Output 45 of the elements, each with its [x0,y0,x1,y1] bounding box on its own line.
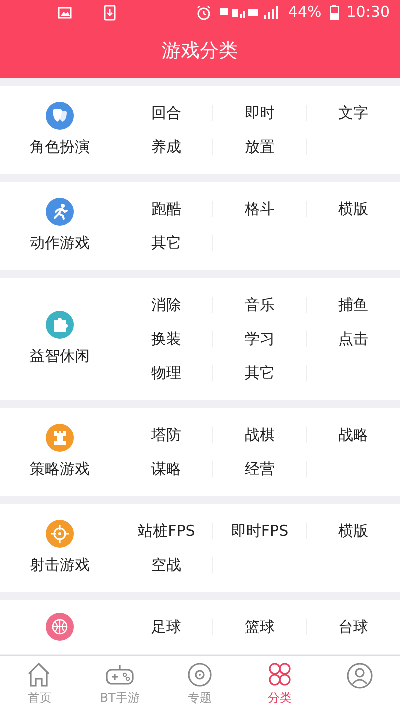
subcategory-link[interactable]: 学习 [244,328,275,350]
subcategory-link[interactable]: 回合 [152,102,182,124]
category-title: 角色扮演 [30,136,90,158]
category-title: 益智休闲 [30,346,90,367]
tab-bar-item[interactable]: 分类 [240,656,320,711]
subcategory-link[interactable]: 换装 [152,328,182,350]
subcategory-link[interactable]: 养成 [152,136,182,158]
subcategory-link[interactable]: 战略 [338,424,368,446]
subcategory-link[interactable]: 即时 [244,102,275,124]
clock-time: 10:30 [346,2,390,24]
subcategory-link[interactable]: 谋略 [152,458,182,480]
battery-percent: 44% [288,2,322,24]
subcategory-link[interactable]: 战棋 [244,424,275,446]
subcategory-link[interactable]: 站桩FPS [138,520,196,542]
subcategory-link[interactable]: 塔防 [152,424,182,446]
subcategory-link[interactable]: 捕鱼 [338,294,368,316]
subcategory-link[interactable]: 其它 [152,232,182,254]
subcategory-link[interactable]: 跑酷 [152,198,182,220]
disc-icon [185,660,215,688]
subcategory-link[interactable]: 文字 [338,102,368,124]
alarm-icon [196,4,212,20]
subcategory-link[interactable]: 放置 [244,136,275,158]
subcategory-link[interactable]: 其它 [244,362,275,384]
subcategory-link[interactable]: 横版 [338,520,368,542]
page-title: 游戏分类 [162,39,238,64]
subcategory-link[interactable]: 横版 [338,198,368,220]
subcategory-link[interactable]: 消除 [152,294,182,316]
subcategory-link[interactable]: 台球 [338,616,368,638]
subcategory-link[interactable]: 足球 [152,616,182,638]
subcategory-link[interactable]: 物理 [152,362,182,384]
subcategory-link[interactable]: 即时FPS [231,520,289,542]
picture-icon [58,6,72,18]
user-icon [345,662,375,690]
download-icon [104,4,116,20]
subcategory-link[interactable]: 音乐 [244,294,275,316]
category-title: 策略游戏 [30,458,90,480]
subcategory-link[interactable]: 篮球 [244,616,275,638]
signal-icon [220,6,280,20]
battery-icon [330,5,339,20]
category-title: 射击游戏 [30,554,90,576]
subcategory-link[interactable]: 点击 [338,328,368,350]
subcategory-link[interactable]: 格斗 [244,198,275,220]
subcategory-link[interactable]: 经营 [244,458,275,480]
subcategory-link[interactable]: 空战 [152,554,182,576]
category-title: 动作游戏 [30,232,90,254]
